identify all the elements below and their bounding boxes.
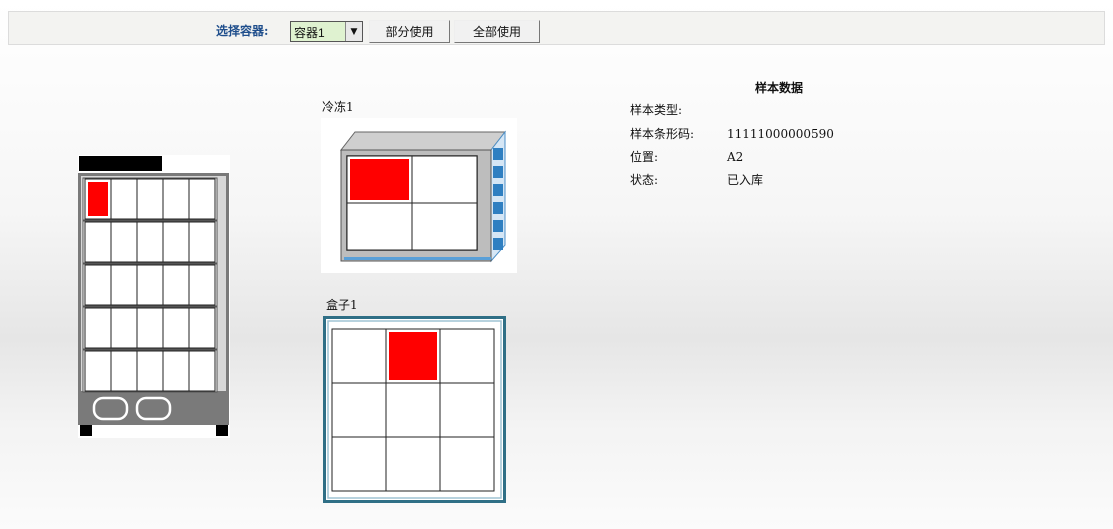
full-use-button[interactable]: 全部使用: [454, 20, 540, 43]
chevron-down-icon[interactable]: ▼: [345, 22, 362, 41]
freezer-label: 冷冻1: [322, 100, 354, 114]
sample-status-row: 状态: 已入库: [630, 171, 763, 188]
rack-slot[interactable]: [188, 350, 216, 392]
container-toolbar: 选择容器: 容器1 ▼ 部分使用 全部使用: [8, 11, 1105, 45]
sample-position-label: 位置:: [630, 150, 659, 164]
sample-barcode-label: 样本条形码:: [630, 127, 695, 141]
freezer-compartment[interactable]: [346, 202, 413, 251]
rack-slot[interactable]: [84, 221, 112, 263]
select-container-label: 选择容器:: [216, 24, 269, 38]
box-cell[interactable]: [331, 328, 387, 384]
sample-status-value: 已入库: [727, 173, 764, 187]
rack-slot[interactable]: [136, 264, 164, 306]
rack-top-bar: [79, 156, 162, 171]
rack-slot-occupied[interactable]: [88, 182, 108, 216]
freezer-vent: [493, 238, 503, 250]
rack-cabinet: [78, 155, 230, 438]
sample-type-row: 样本类型:: [630, 101, 727, 118]
box-cell[interactable]: [439, 382, 495, 438]
rack-slot[interactable]: [188, 178, 216, 220]
freezer-vent: [493, 184, 503, 196]
partial-use-button[interactable]: 部分使用: [369, 20, 450, 43]
rack-slot[interactable]: [188, 307, 216, 349]
rack-slot[interactable]: [136, 221, 164, 263]
rack-slot[interactable]: [84, 307, 112, 349]
box-cell[interactable]: [385, 436, 441, 492]
sample-type-label: 样本类型:: [630, 103, 683, 117]
freezer-compartment[interactable]: [411, 202, 478, 251]
rack-slot[interactable]: [110, 221, 138, 263]
box-cell[interactable]: [439, 328, 495, 384]
sample-data-title: 样本数据: [755, 81, 804, 95]
rack-foot-right: [216, 425, 228, 436]
container-select-value: 容器1: [294, 26, 325, 40]
rack-slot[interactable]: [162, 178, 190, 220]
box-diagram: [323, 316, 506, 503]
rack-slot[interactable]: [136, 307, 164, 349]
freezer-vent: [493, 148, 503, 160]
rack-slot[interactable]: [162, 264, 190, 306]
sample-position-value: A2: [727, 150, 744, 164]
rack-slot[interactable]: [136, 178, 164, 220]
sample-status-label: 状态:: [630, 173, 659, 187]
freezer-top: [339, 131, 507, 151]
freezer-vent: [493, 220, 503, 232]
box-label: 盒子1: [326, 298, 358, 312]
rack-slot[interactable]: [110, 264, 138, 306]
box-cell[interactable]: [385, 382, 441, 438]
rack-slot[interactable]: [110, 307, 138, 349]
sample-position-row: 位置: A2: [630, 148, 743, 165]
rack-slot[interactable]: [188, 221, 216, 263]
freezer-compartment-occupied[interactable]: [350, 159, 409, 200]
freezer-vent: [493, 202, 503, 214]
rack-slot[interactable]: [162, 350, 190, 392]
rack-slot[interactable]: [84, 264, 112, 306]
box-cell[interactable]: [331, 436, 387, 492]
rack-slot[interactable]: [162, 221, 190, 263]
freezer-compartment[interactable]: [411, 155, 478, 204]
box-cell[interactable]: [439, 436, 495, 492]
container-select[interactable]: 容器1 ▼: [290, 21, 363, 42]
rack-foot-left: [80, 425, 92, 436]
rack-slot[interactable]: [84, 350, 112, 392]
sample-barcode-row: 样本条形码: 11111000000590: [630, 125, 834, 142]
sample-barcode-value: 11111000000590: [727, 127, 834, 141]
rack-slot[interactable]: [136, 350, 164, 392]
box-cell[interactable]: [331, 382, 387, 438]
rack-slot[interactable]: [110, 178, 138, 220]
freezer-diagram: [321, 118, 517, 273]
rack-slot[interactable]: [110, 350, 138, 392]
rack-slot[interactable]: [188, 264, 216, 306]
freezer-vent: [493, 166, 503, 178]
box-cell-occupied[interactable]: [389, 332, 437, 380]
rack-slot[interactable]: [162, 307, 190, 349]
